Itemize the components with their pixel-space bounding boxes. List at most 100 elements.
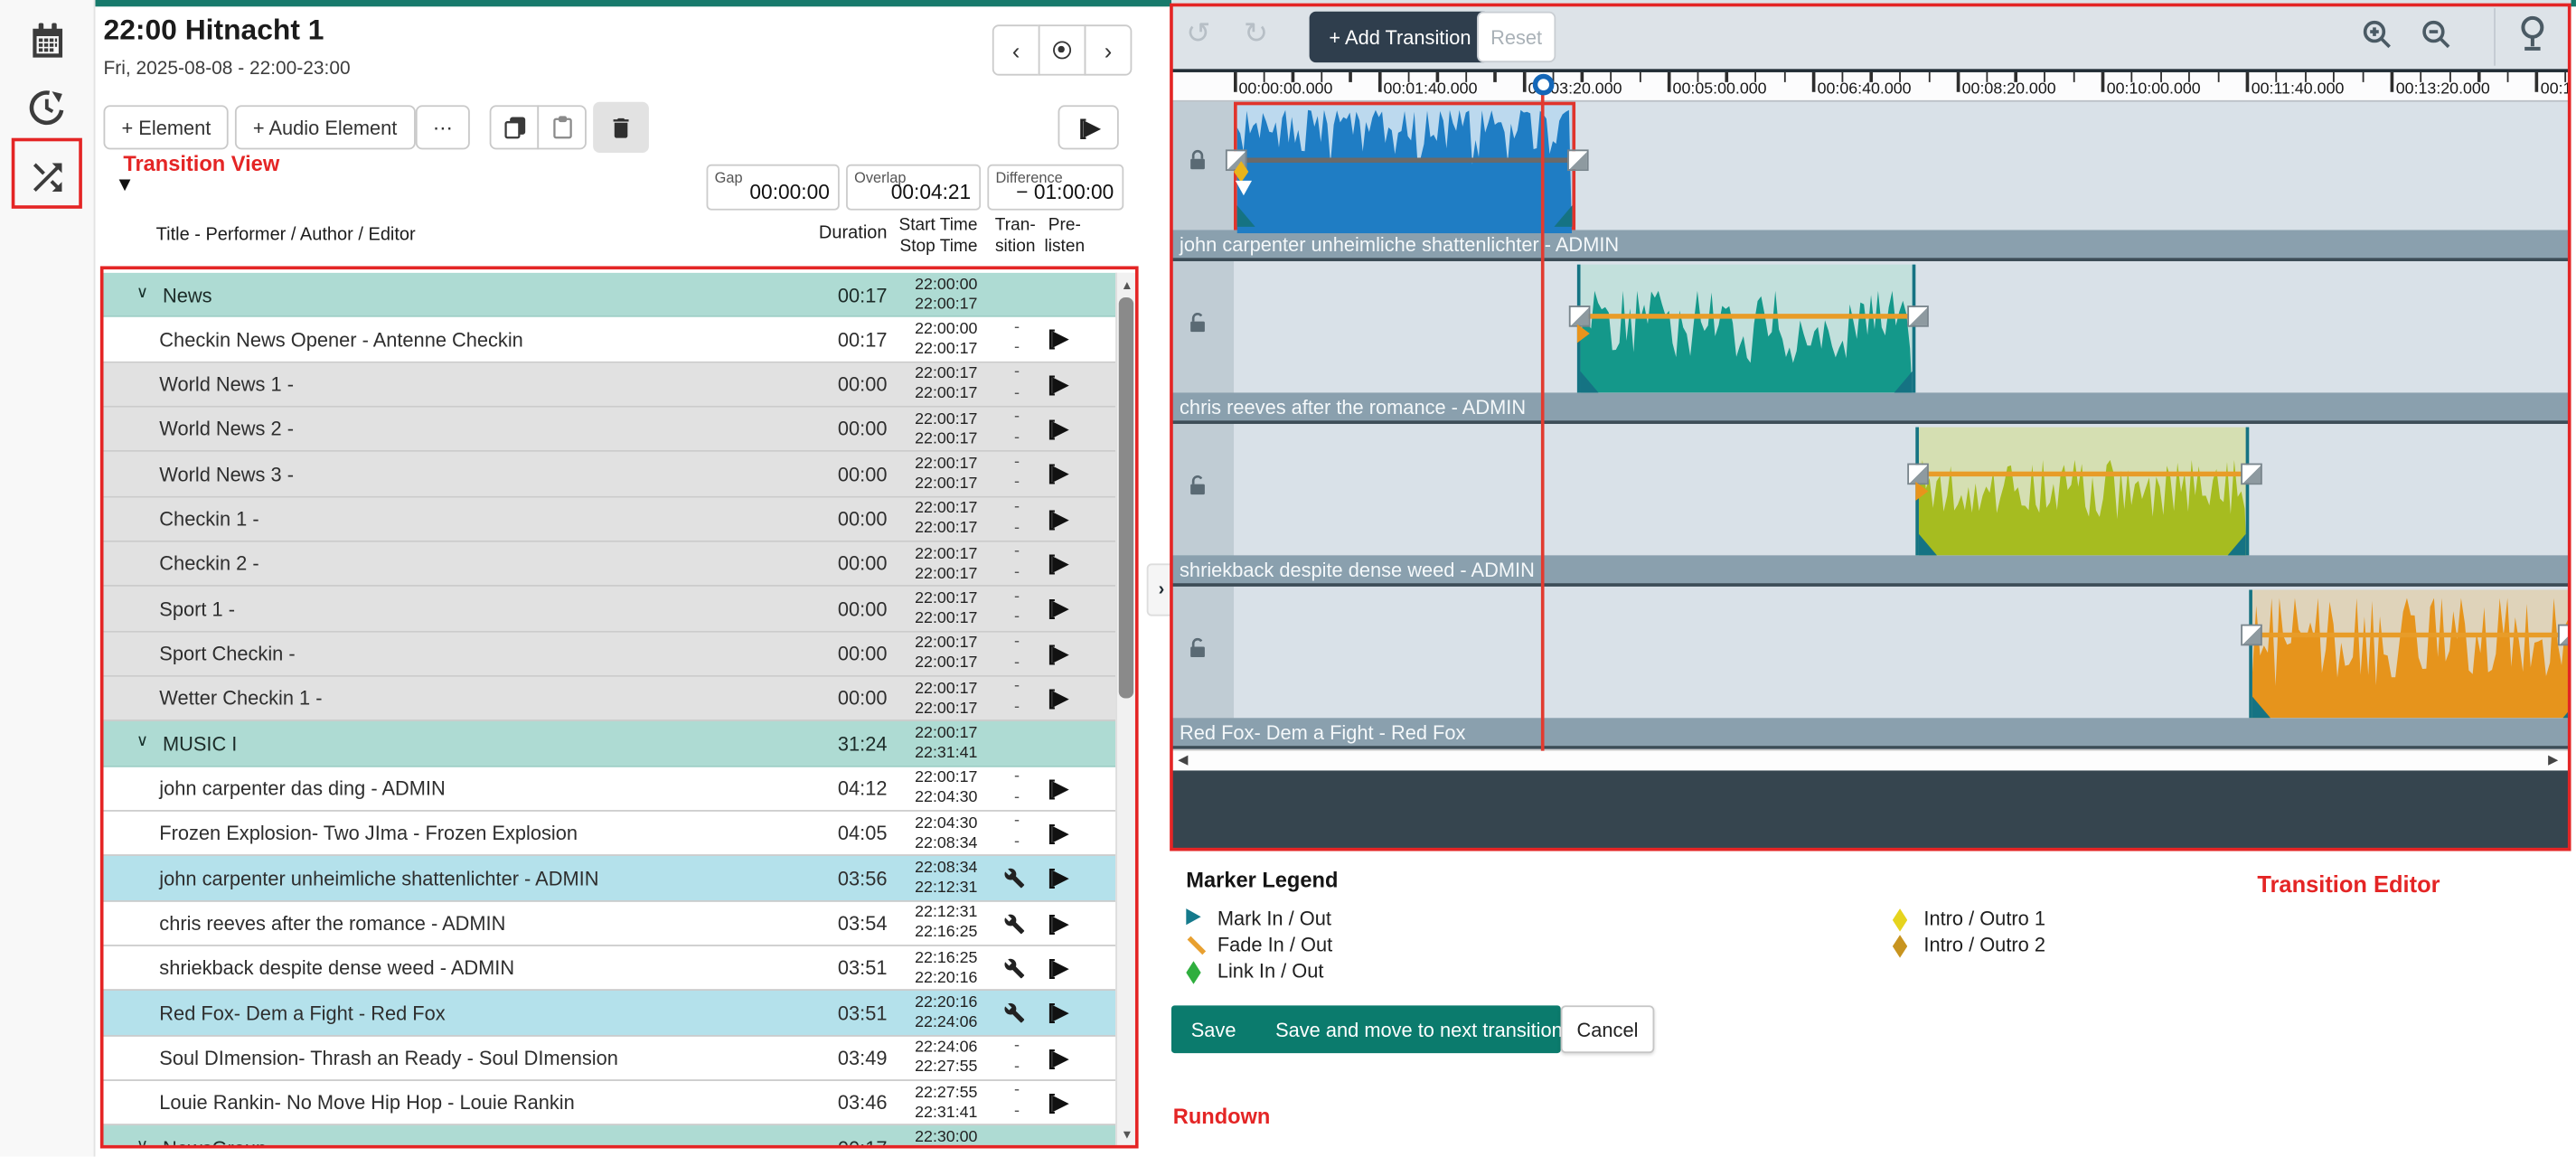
prelisten-button[interactable]: [▶ — [1048, 550, 1067, 575]
wrench-icon[interactable] — [1004, 958, 1026, 980]
undo-icon[interactable]: ↺ — [1186, 16, 1210, 51]
paste-button[interactable] — [537, 105, 587, 149]
difference-field[interactable]: Difference − 01:00:00 — [987, 165, 1123, 211]
overlap-field[interactable]: Overlap 00:04:21 — [846, 165, 981, 211]
prelisten-button[interactable]: [▶ — [1048, 775, 1067, 799]
column-header-prelisten[interactable]: Pre- listen — [1041, 215, 1087, 256]
gap-field[interactable]: Gap 00:00:00 — [707, 165, 840, 211]
collapse-chevron-icon[interactable]: ∨ — [136, 284, 148, 302]
fade-handle-right[interactable] — [2241, 463, 2262, 484]
track-row[interactable]: Soul DImension- Thrash an Ready - Soul D… — [104, 1036, 1116, 1081]
more-options-button[interactable]: ⋯ — [416, 105, 470, 149]
track-row[interactable]: john carpenter das ding - ADMIN04:1222:0… — [104, 767, 1116, 812]
track-row[interactable]: World News 1 -00:0022:00:1722:00:17--[▶ — [104, 362, 1116, 408]
scroll-right-icon[interactable]: ▶ — [2548, 752, 2558, 767]
zoom-fit-icon[interactable] — [2515, 14, 2553, 55]
timeline-ruler[interactable]: 00:00:00.00000:01:40.00000:03:20.00000:0… — [1171, 72, 2571, 102]
audio-clip[interactable] — [1576, 265, 1914, 393]
audio-clip[interactable] — [2249, 590, 2571, 719]
reset-button[interactable]: Reset — [1477, 12, 1556, 62]
prelisten-button[interactable]: [▶ — [1048, 1044, 1067, 1068]
track-row[interactable]: Wetter Checkin 1 -00:0022:00:1722:00:17-… — [104, 677, 1116, 722]
calendar-icon[interactable] — [24, 18, 69, 62]
track-row[interactable]: Checkin 1 -00:0022:00:1722:00:17--[▶ — [104, 497, 1116, 542]
prelisten-button[interactable]: [▶ — [1048, 685, 1067, 710]
track-row[interactable]: Red Fox- Dem a Fight - Red Fox03:5122:20… — [104, 991, 1116, 1036]
fade-handle-left[interactable] — [2241, 624, 2262, 645]
prelisten-button[interactable]: [▶ — [1048, 460, 1067, 484]
track-row[interactable]: Louie Rankin- No Move Hip Hop - Louie Ra… — [104, 1081, 1116, 1126]
save-and-next-button[interactable]: Save and move to next transition — [1255, 1018, 1582, 1040]
lock-open-icon[interactable] — [1184, 635, 1210, 662]
prelisten-button[interactable]: [▶ — [1048, 865, 1067, 889]
track-row[interactable]: Sport Checkin -00:0022:00:1722:00:17--[▶ — [104, 632, 1116, 677]
prelisten-button[interactable]: [▶ — [1048, 640, 1067, 664]
add-element-button[interactable]: + Element — [104, 105, 230, 149]
fade-envelope-line[interactable] — [2252, 633, 2571, 637]
group-row[interactable]: ∨News00:1722:00:0022:00:17 — [104, 273, 1116, 318]
playhead-handle[interactable] — [1532, 74, 1554, 96]
column-header-times[interactable]: Start Time Stop Time — [854, 215, 977, 256]
playout-button[interactable]: [▶ — [1058, 105, 1119, 149]
zoom-out-icon[interactable] — [2420, 18, 2454, 52]
add-audio-element-button[interactable]: + Audio Element — [235, 105, 415, 149]
redo-icon[interactable]: ↻ — [1244, 16, 1268, 51]
track-row[interactable]: Frozen Explosion- Two JIma - Frozen Expl… — [104, 812, 1116, 857]
prelisten-button[interactable]: [▶ — [1048, 909, 1067, 934]
fade-handle-left[interactable] — [1568, 305, 1590, 326]
lock-closed-icon[interactable] — [1184, 148, 1210, 174]
audio-clip[interactable] — [1234, 102, 1575, 230]
scroll-left-icon[interactable]: ◀ — [1178, 752, 1188, 767]
track-row[interactable]: Sport 1 -00:0022:00:1722:00:17--[▶ — [104, 587, 1116, 632]
collapse-chevron-icon[interactable]: ∨ — [136, 1137, 148, 1145]
prelisten-button[interactable]: [▶ — [1048, 505, 1067, 530]
copy-button[interactable] — [490, 105, 540, 149]
prelisten-button[interactable]: [▶ — [1048, 325, 1067, 350]
track-row[interactable]: chris reeves after the romance - ADMIN03… — [104, 901, 1116, 946]
prelisten-button[interactable]: [▶ — [1048, 371, 1067, 395]
prev-hour-button[interactable]: ‹ — [992, 24, 1040, 75]
fade-handle-right[interactable] — [1907, 305, 1929, 326]
track-row[interactable]: Checkin News Opener - Antenne Checkin00:… — [104, 317, 1116, 362]
prelisten-button[interactable]: [▶ — [1048, 416, 1067, 440]
audio-clip[interactable] — [1915, 428, 2250, 556]
column-header-transition[interactable]: Tran- sition — [992, 215, 1039, 256]
zoom-in-icon[interactable] — [2361, 18, 2395, 52]
delete-button[interactable] — [593, 102, 649, 153]
wrench-icon[interactable] — [1004, 913, 1026, 935]
wrench-icon[interactable] — [1004, 1002, 1026, 1024]
collapse-chevron-icon[interactable]: ∨ — [136, 733, 148, 751]
prelisten-button[interactable]: [▶ — [1048, 955, 1067, 979]
lock-open-icon[interactable] — [1184, 473, 1210, 499]
group-row[interactable]: ∨NewsGroup00:1722:30:00 — [104, 1125, 1116, 1144]
fade-handle-right[interactable] — [2558, 624, 2571, 645]
prelisten-button[interactable]: [▶ — [1048, 1000, 1067, 1024]
track-row[interactable]: Checkin 2 -00:0022:00:1722:00:17--[▶ — [104, 542, 1116, 588]
wrench-icon[interactable] — [1004, 868, 1026, 889]
track-row[interactable]: World News 2 -00:0022:00:1722:00:17--[▶ — [104, 408, 1116, 453]
shuffle-icon[interactable] — [24, 155, 69, 199]
group-row[interactable]: ∨MUSIC I31:2422:00:1722:31:41 — [104, 721, 1116, 767]
scroll-down-icon[interactable]: ▼ — [1119, 1127, 1135, 1142]
fade-handle-right[interactable] — [1567, 148, 1589, 170]
prelisten-button[interactable]: [▶ — [1048, 1089, 1067, 1114]
lock-open-icon[interactable] — [1184, 311, 1210, 337]
scroll-up-icon[interactable]: ▲ — [1119, 277, 1135, 292]
playlist-scrollbar-thumb[interactable] — [1118, 297, 1133, 698]
cancel-button[interactable]: Cancel — [1561, 1005, 1655, 1053]
fade-envelope-line[interactable] — [1237, 157, 1572, 162]
fade-handle-left[interactable] — [1907, 463, 1929, 484]
fade-envelope-line[interactable] — [1918, 472, 2245, 476]
prelisten-button[interactable]: [▶ — [1048, 820, 1067, 844]
save-button[interactable]: Save — [1171, 1018, 1255, 1040]
prelisten-button[interactable]: [▶ — [1048, 596, 1067, 620]
column-header-title[interactable]: Title - Performer / Author / Editor — [156, 225, 416, 245]
track-row[interactable]: shriekback despite dense weed - ADMIN03:… — [104, 946, 1116, 992]
add-transition-button[interactable]: + Add Transition — [1310, 12, 1491, 62]
history-icon[interactable] — [24, 86, 69, 130]
current-hour-button[interactable] — [1039, 24, 1086, 75]
timeline-hscrollbar[interactable] — [1171, 749, 2571, 771]
track-row[interactable]: john carpenter unheimliche shattenlichte… — [104, 856, 1116, 901]
track-row[interactable]: World News 3 -00:0022:00:1722:00:17--[▶ — [104, 452, 1116, 497]
next-hour-button[interactable]: › — [1085, 24, 1133, 75]
